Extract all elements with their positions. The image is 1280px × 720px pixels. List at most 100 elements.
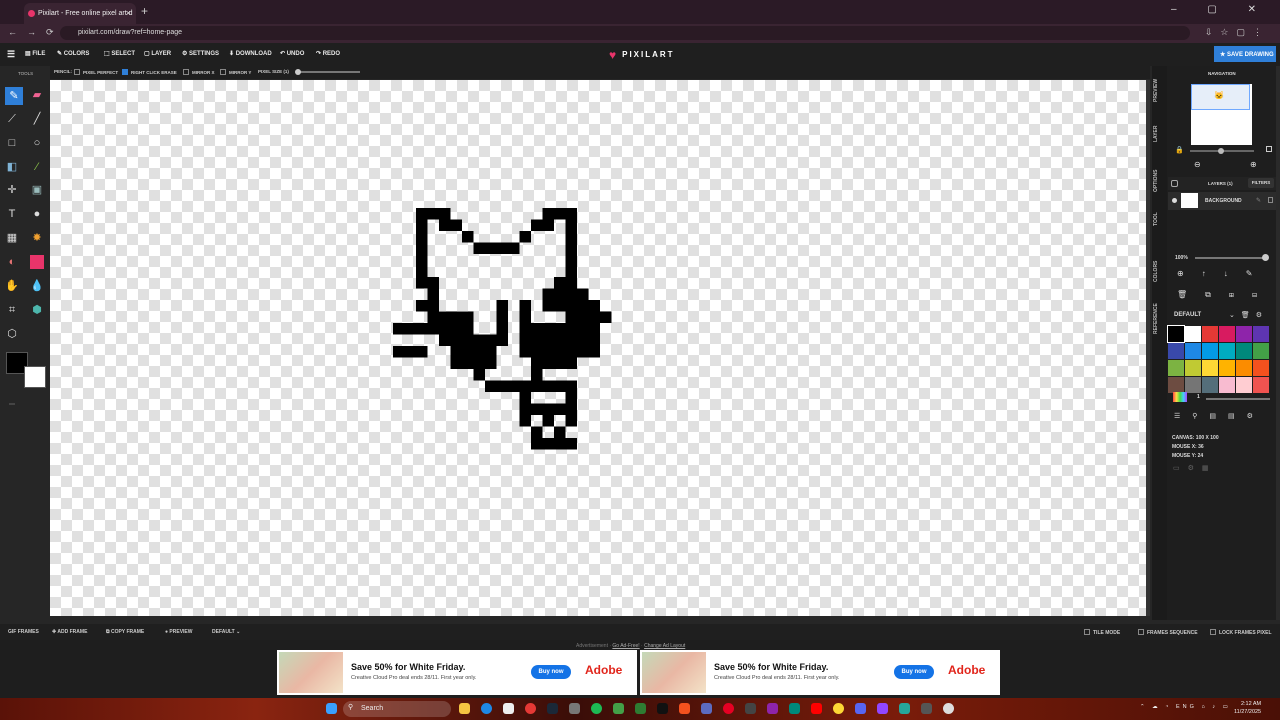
move-tool-icon[interactable]: ✛: [5, 183, 19, 197]
brush-tool-icon[interactable]: ⟋: [5, 112, 19, 126]
palette-swatch[interactable]: [1219, 377, 1235, 393]
canvas-scrollbar[interactable]: [1146, 80, 1150, 616]
nav-buttons[interactable]: ←→⟳: [8, 27, 64, 38]
palette-swatch[interactable]: [1185, 343, 1201, 359]
blur-tool-icon[interactable]: 💧: [30, 279, 44, 293]
frames-sequence-checkbox[interactable]: FRAMES SEQUENCE: [1138, 629, 1198, 636]
bookmark-star-icon[interactable]: ⇩☆▢⋮: [1205, 27, 1270, 38]
system-tray[interactable]: ⌃ ☁ ◔ ENG ⌂ ♪ ▭: [1140, 704, 1231, 710]
menu-file[interactable]: ▤ FILE: [25, 50, 45, 57]
menu-layer[interactable]: ▢ LAYER: [144, 50, 171, 57]
spotify-icon[interactable]: [591, 703, 602, 714]
layer-actions-row-2[interactable]: 🗑⧉⊞⊟: [1177, 290, 1275, 300]
eyedropper-icon[interactable]: ⁄: [30, 160, 44, 174]
color-replace-icon[interactable]: [30, 255, 44, 269]
ad-banner-right[interactable]: Save 50% for White Friday. Creative Clou…: [640, 650, 1000, 695]
tile-mode-checkbox[interactable]: TILE MODE: [1084, 629, 1120, 636]
layer-visibility-icon[interactable]: [1171, 180, 1178, 187]
layer-edit-icon[interactable]: ✎: [1256, 197, 1261, 204]
hand-tool-icon[interactable]: ✋: [5, 279, 19, 293]
zoom-in-icon[interactable]: ⊕: [1250, 160, 1257, 169]
palette-dropdown-icon[interactable]: ⌄🗑⚙: [1229, 311, 1268, 319]
spray-tool-icon[interactable]: ✸: [30, 231, 44, 245]
close-tab-icon[interactable]: ×: [126, 8, 131, 18]
tiktok-icon[interactable]: [657, 703, 668, 714]
pixel-size-slider-handle[interactable]: [295, 69, 301, 75]
color-selector[interactable]: [4, 352, 46, 388]
palette-swatch[interactable]: [1202, 326, 1218, 342]
browser-tab[interactable]: Pixilart - Free online pixel art d ×: [24, 3, 136, 24]
palette-swatch[interactable]: [1219, 326, 1235, 342]
app-icon[interactable]: [877, 703, 888, 714]
app-icon[interactable]: [899, 703, 910, 714]
palette-swatch[interactable]: [1253, 360, 1269, 376]
drawing-canvas[interactable]: [50, 80, 1146, 616]
app-icon[interactable]: [679, 703, 690, 714]
hamburger-menu-icon[interactable]: ☰: [7, 49, 15, 60]
layer-actions-row-1[interactable]: ⊕↑↓✎: [1177, 269, 1270, 278]
palette-swatch[interactable]: [1168, 377, 1184, 393]
menu-undo[interactable]: ↶ UNDO: [280, 50, 304, 57]
rectangle-tool-icon[interactable]: □: [5, 136, 19, 150]
pixilart-logo[interactable]: ♥ PIXILART: [609, 48, 675, 62]
select-tool-icon[interactable]: ▣: [30, 183, 44, 197]
opacity-slider[interactable]: [1195, 257, 1267, 259]
fit-icon[interactable]: [1266, 146, 1272, 152]
fill-bucket-icon[interactable]: ◧: [5, 160, 19, 174]
pixel-perfect-checkbox[interactable]: PIXEL PERFECT: [74, 69, 118, 75]
palette-swatch[interactable]: [1236, 377, 1252, 393]
palette-swatch[interactable]: [1253, 326, 1269, 342]
crop-tool-icon[interactable]: ⌗: [5, 303, 19, 317]
eye-icon[interactable]: [1172, 198, 1177, 203]
info-actions[interactable]: ▭⚙▦: [1173, 464, 1217, 472]
app-icon[interactable]: [569, 703, 580, 714]
add-frame-button[interactable]: ✚ ADD FRAME: [52, 629, 87, 635]
discord-icon[interactable]: [855, 703, 866, 714]
menu-download[interactable]: ⬇ DOWNLOAD: [229, 50, 272, 57]
preview-button[interactable]: ● PREVIEW: [165, 629, 192, 635]
lock-frames-pixel-checkbox[interactable]: LOCK FRAMES PIXEL: [1210, 629, 1272, 636]
zoom-slider-handle[interactable]: [1218, 148, 1224, 154]
window-controls[interactable]: – ▢ ✕: [1171, 4, 1270, 15]
layer-lock-icon[interactable]: [1268, 197, 1273, 203]
shade-tool-icon[interactable]: ◐: [5, 255, 19, 269]
palette-swatch[interactable]: [1236, 360, 1252, 376]
mirror-x-checkbox[interactable]: MIRROR X: [183, 69, 215, 75]
new-tab-icon[interactable]: +: [141, 4, 148, 18]
filters-button[interactable]: FILTERS: [1248, 178, 1274, 188]
start-icon[interactable]: [326, 703, 337, 714]
navigation-viewport[interactable]: 🐱: [1191, 84, 1250, 110]
steam-icon[interactable]: [547, 703, 558, 714]
save-drawing-button[interactable]: ★ SAVE DRAWING: [1214, 46, 1276, 62]
palette-swatch[interactable]: [1219, 360, 1235, 376]
palette-swatch[interactable]: [1167, 325, 1185, 343]
line-tool-icon[interactable]: ╱: [30, 112, 44, 126]
tab-preview[interactable]: PREVIEW: [1153, 79, 1159, 102]
menu-settings[interactable]: ⚙ SETTINGS: [182, 50, 219, 57]
brush-size-slider[interactable]: [1206, 398, 1270, 400]
palette-actions[interactable]: ☰⚲▤▤⚙: [1174, 412, 1265, 420]
frame-preset-select[interactable]: DEFAULT ⌄: [212, 629, 240, 635]
tab-tool[interactable]: TOOL: [1153, 212, 1159, 226]
app-icon[interactable]: [701, 703, 712, 714]
right-click-erase-checkbox[interactable]: RIGHT CLICK ERASE: [122, 69, 177, 75]
app-icon[interactable]: [921, 703, 932, 714]
eraser-tool-icon[interactable]: ▰: [30, 88, 44, 102]
ad-banner-left[interactable]: Save 50% for White Friday. Creative Clou…: [277, 650, 637, 695]
tab-layer[interactable]: LAYER: [1153, 126, 1159, 143]
change-ad-layout-link[interactable]: Change Ad Layout: [644, 643, 685, 649]
buy-now-button[interactable]: Buy now: [531, 665, 571, 679]
taskbar-search[interactable]: Search: [343, 701, 451, 717]
menu-select[interactable]: ⬚ SELECT: [104, 50, 135, 57]
app-icon[interactable]: [613, 703, 624, 714]
pattern-tool-icon[interactable]: ▦: [5, 231, 19, 245]
menu-colors[interactable]: ✎ COLORS: [57, 50, 89, 57]
color-picker-swatch[interactable]: [1173, 392, 1187, 402]
palette-swatch[interactable]: [1185, 360, 1201, 376]
app-icon[interactable]: [767, 703, 778, 714]
copy-frame-button[interactable]: ⧉ COPY FRAME: [106, 629, 144, 635]
palette-swatch[interactable]: [1168, 360, 1184, 376]
more-tools-icon[interactable]: ⋯: [5, 398, 19, 412]
file-explorer-icon[interactable]: [459, 703, 470, 714]
palette-swatch[interactable]: [1236, 343, 1252, 359]
